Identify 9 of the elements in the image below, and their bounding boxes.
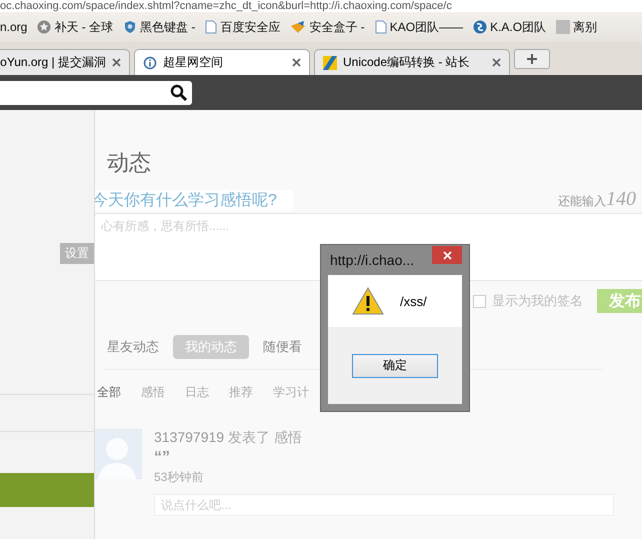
post-time: 53秒钟前 <box>154 469 204 486</box>
action-text: 发表了 <box>228 429 270 447</box>
quote-marks: “” <box>154 449 171 467</box>
dialog-title: http://i.chao... <box>330 252 414 268</box>
signature-label: 显示为我的签名 <box>492 292 583 310</box>
alert-message: /xss/ <box>400 294 427 308</box>
counter-label: 还能输入 <box>558 193 606 210</box>
page-title: 动态 <box>107 149 152 177</box>
counter-value: 140 <box>606 188 636 211</box>
